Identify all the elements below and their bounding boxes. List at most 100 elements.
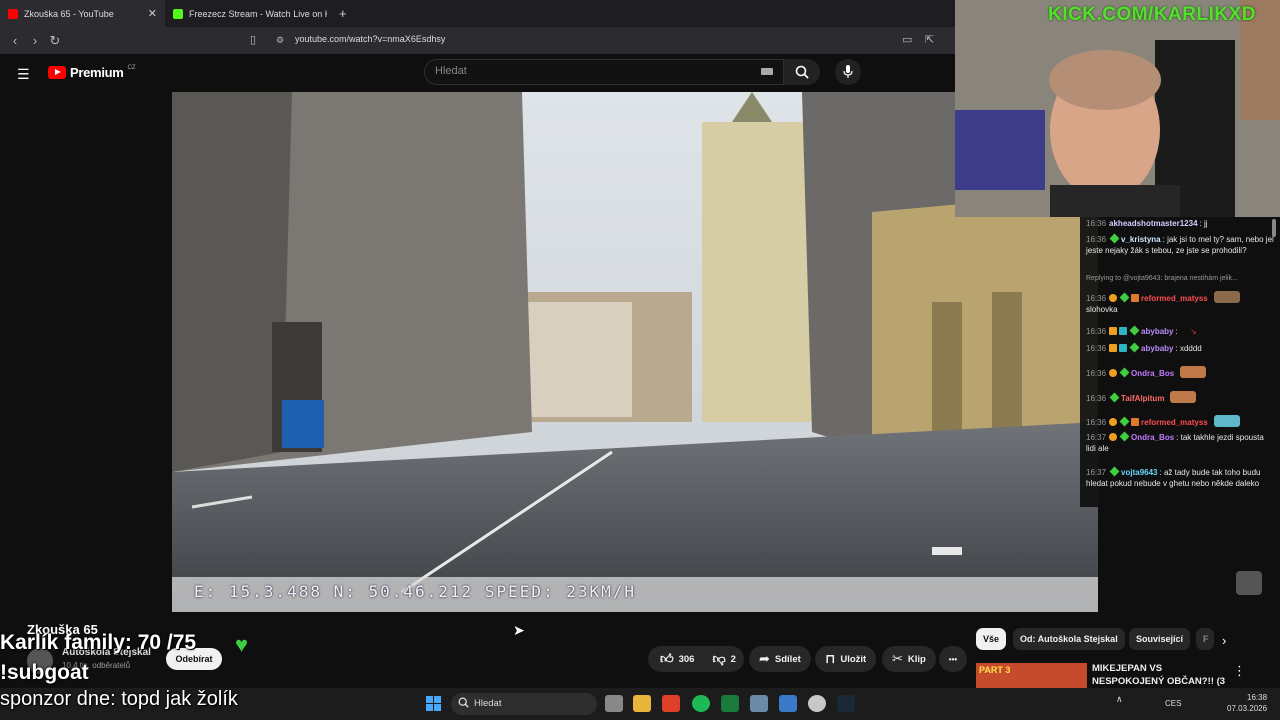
chat-time: 16:36	[1086, 418, 1107, 427]
bookmark-icon[interactable]: ▯	[250, 33, 256, 46]
like-dislike-group: 👍︎ 306 👎︎ 2	[648, 646, 744, 672]
close-tab-icon[interactable]: ✕	[148, 7, 157, 20]
task-view-icon[interactable]	[605, 695, 623, 712]
language-indicator[interactable]: CES	[1165, 699, 1181, 708]
obs-icon[interactable]	[808, 695, 826, 712]
more-actions-button[interactable]: •••	[939, 646, 967, 672]
subscriber-badge-icon	[1119, 431, 1130, 442]
gift-badge-icon	[1131, 294, 1140, 302]
badge-icon	[1109, 294, 1118, 302]
subscriber-badge-icon	[1119, 367, 1130, 378]
spotify-icon[interactable]	[692, 695, 710, 712]
chat-message: 16:37 vojta9643: až tady bude tak toho bu…	[1086, 466, 1261, 488]
miniplayer-thumbnail-icon[interactable]	[1236, 571, 1262, 595]
search-input[interactable]: Hledat	[424, 59, 784, 85]
chevron-right-icon[interactable]: ›	[1222, 633, 1226, 648]
subscriber-badge-icon	[1129, 342, 1140, 353]
youtube-logo[interactable]: Premium CZ	[48, 65, 136, 80]
steam-icon[interactable]	[837, 695, 855, 712]
chip-all[interactable]: Vše	[976, 628, 1007, 650]
thumbs-down-icon[interactable]: 👎︎	[712, 651, 725, 667]
clip-label: Klip	[907, 653, 926, 665]
photos-icon[interactable]	[779, 695, 797, 712]
chat-user[interactable]: abybaby	[1141, 327, 1173, 336]
kick-channel-banner: KICK.COM/KARLIKXD	[1048, 4, 1256, 25]
youtube-favicon-icon	[8, 8, 18, 19]
save-label: Uložit	[840, 653, 867, 665]
mouse-cursor-icon: ➤	[513, 622, 525, 638]
chat-time: 16:36	[1086, 219, 1107, 228]
cast-icon[interactable]: ▭	[902, 33, 912, 46]
chat-user[interactable]: abybaby	[1141, 344, 1173, 353]
forward-arrow-icon[interactable]: ›	[25, 33, 45, 48]
clip-button[interactable]: ✂ Klip	[882, 646, 936, 672]
chat-user[interactable]: vojta9643	[1121, 468, 1157, 477]
chat-message: 16:36 TaifAlpitum	[1086, 391, 1274, 404]
windows-start-icon[interactable]	[426, 696, 441, 711]
back-arrow-icon[interactable]: ‹	[5, 33, 25, 48]
chat-user[interactable]: v_kristyna	[1121, 235, 1161, 244]
site-info-icon[interactable]: ⚙	[276, 35, 284, 46]
chat-reply-context: Replying to @vojta9643: brajena nestihám…	[1086, 275, 1238, 282]
chip-from-channel[interactable]: Od: Autoškola Stejskal	[1013, 628, 1125, 650]
like-count[interactable]: 306	[679, 654, 695, 665]
voice-search-button[interactable]	[835, 59, 861, 85]
new-tab-button[interactable]: +	[339, 6, 347, 21]
share-button[interactable]: ➦ Sdílet	[749, 646, 811, 672]
share-page-icon[interactable]: ⇱	[925, 33, 934, 46]
chat-user[interactable]: Ondra_Bos	[1131, 369, 1174, 378]
scissors-icon: ✂	[892, 651, 903, 666]
keyboard-icon[interactable]	[761, 68, 773, 75]
thumbs-up-icon[interactable]: 👍︎	[660, 651, 674, 667]
youtube-play-icon	[48, 66, 66, 79]
browser-tab-bar: Zkouška 65 - YouTube ✕ Freezecz Stream -…	[0, 0, 955, 27]
reload-icon[interactable]: ↻	[45, 33, 65, 49]
stream-chat: 16:36 akheadshotmaster1234: jj 16:36 v_kri…	[1080, 217, 1280, 507]
file-explorer-icon[interactable]	[633, 695, 651, 712]
chat-user[interactable]: Ondra_Bos	[1131, 433, 1174, 442]
chat-scrollbar[interactable]	[1272, 219, 1276, 237]
kebab-menu-icon[interactable]: ⋮	[1233, 663, 1246, 679]
chat-message: 16:36 akheadshotmaster1234: jj	[1086, 219, 1208, 228]
chat-text: jj	[1203, 219, 1208, 228]
chat-message: 16:36 reformed_matyss slohovka	[1086, 291, 1274, 315]
chat-message: 16:37 Ondra_Bos: tak takhle jezdi spousta…	[1086, 431, 1264, 453]
chat-user[interactable]: TaifAlpitum	[1121, 394, 1164, 403]
chat-user[interactable]: reformed_matyss	[1141, 418, 1208, 427]
webcam-scene	[955, 0, 1280, 217]
bookmark-icon: ⊓	[825, 651, 836, 666]
share-arrow-icon: ➦	[759, 651, 770, 666]
logo-text: Premium	[70, 65, 124, 80]
heart-icon: ♥	[235, 632, 249, 657]
chip-related[interactable]: Související	[1129, 628, 1191, 650]
search-icon	[458, 697, 469, 708]
hamburger-menu-icon[interactable]: ☰	[17, 66, 30, 83]
search-button[interactable]	[784, 59, 820, 85]
taskbar-search[interactable]: Hledat	[451, 693, 597, 715]
save-button[interactable]: ⊓ Uložit	[815, 646, 877, 672]
chip-more[interactable]: F	[1196, 628, 1214, 650]
crown-badge-icon	[1109, 327, 1118, 335]
tab-kick[interactable]: Freezecz Stream - Watch Live on Kick	[165, 0, 335, 27]
app-icon[interactable]	[750, 695, 768, 712]
chat-time: 16:37	[1086, 468, 1107, 477]
crown-badge-icon	[1109, 344, 1118, 352]
badge-icon	[1109, 369, 1118, 377]
excel-icon[interactable]	[721, 695, 739, 712]
chat-user[interactable]: reformed_matyss	[1141, 294, 1208, 303]
brave-browser-icon[interactable]	[662, 695, 680, 712]
share-label: Sdílet	[774, 653, 801, 665]
chat-message: 16:36 abybaby: ↘	[1086, 325, 1197, 336]
address-bar[interactable]: youtube.com/watch?v=nmaX6Esdhsy	[295, 34, 445, 44]
tab-youtube[interactable]: Zkouška 65 - YouTube ✕	[0, 0, 165, 27]
dislike-count: 2	[730, 653, 736, 665]
search-icon	[795, 65, 809, 79]
chat-text: slohovka	[1086, 305, 1118, 314]
chat-text: xdddd	[1179, 344, 1202, 353]
gift-badge-icon	[1131, 418, 1140, 426]
logo-country: CZ	[127, 64, 136, 71]
tray-overflow-icon[interactable]: ∧	[1116, 694, 1123, 705]
chat-user[interactable]: akheadshotmaster1234	[1109, 219, 1198, 228]
subscriber-badge-icon	[1109, 392, 1120, 403]
taskbar-clock[interactable]: 16:38 07.03.2026	[1227, 692, 1267, 714]
